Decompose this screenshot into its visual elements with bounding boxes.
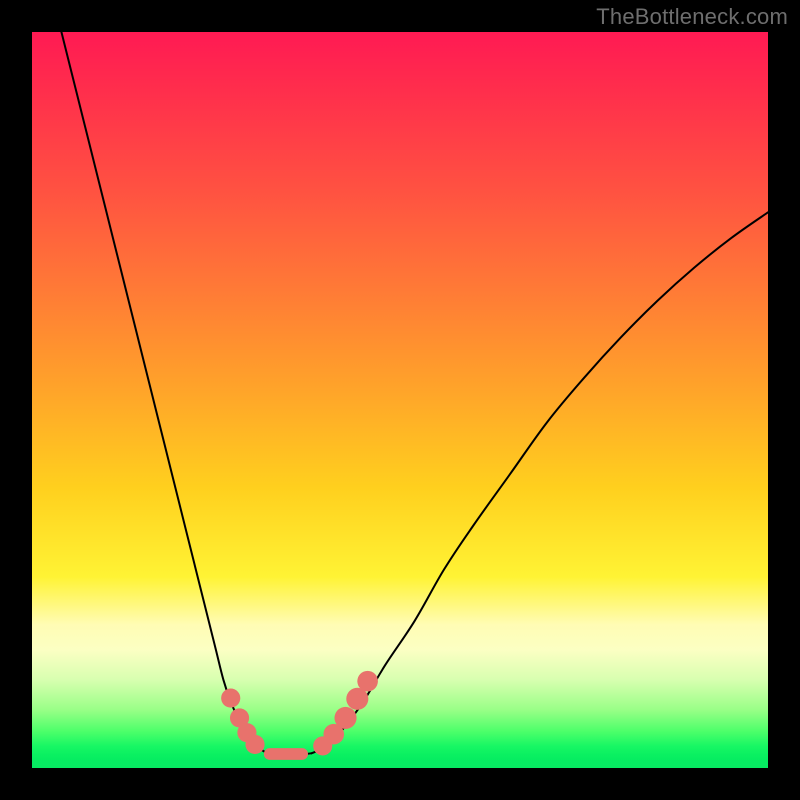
marker-right-dot-mid (334, 707, 356, 729)
chart-frame: TheBottleneck.com (0, 0, 800, 800)
series-right-curve (312, 212, 768, 753)
marker-left-dot-bottom (245, 735, 264, 754)
marker-left-dot-upper (221, 689, 240, 708)
series-left-curve (61, 32, 267, 753)
watermark-text: TheBottleneck.com (596, 4, 788, 30)
marker-flat-pill (264, 748, 308, 760)
marker-right-dot-top (357, 671, 378, 692)
curves-svg (32, 32, 768, 768)
plot-area (32, 32, 768, 768)
